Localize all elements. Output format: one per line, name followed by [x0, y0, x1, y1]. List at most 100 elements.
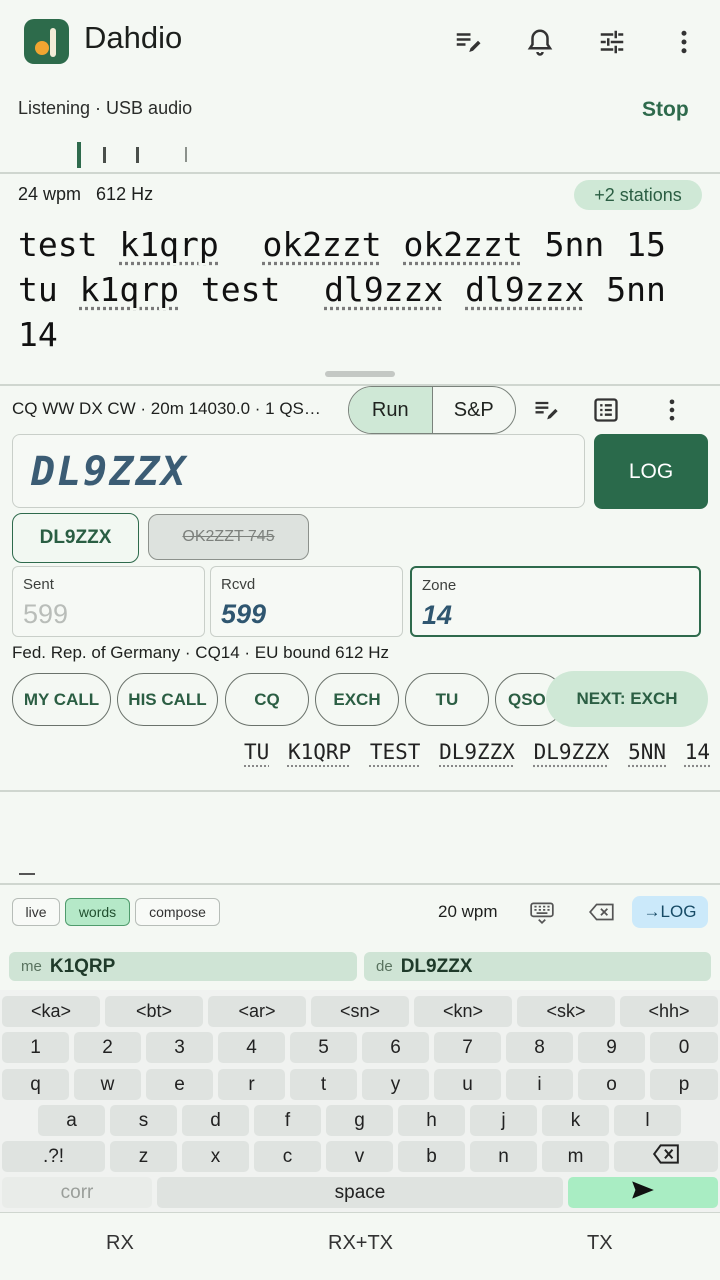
key-letter[interactable]: s: [110, 1105, 177, 1136]
decoded-line: test k1qrp ok2zzt ok2zzt 5nn 15: [18, 225, 666, 264]
sent-value[interactable]: 599: [23, 599, 68, 630]
key-prosign[interactable]: <kn>: [414, 996, 512, 1027]
key-letter[interactable]: o: [578, 1069, 645, 1100]
macro-my-call[interactable]: MY CALL: [12, 673, 111, 726]
key-letter[interactable]: m: [542, 1141, 609, 1172]
key-letter[interactable]: i: [506, 1069, 573, 1100]
key-letter[interactable]: z: [110, 1141, 177, 1172]
key-digit[interactable]: 8: [506, 1032, 573, 1063]
keyboard-icon[interactable]: [520, 890, 564, 934]
run-mode-button[interactable]: Run: [349, 387, 433, 433]
mode-compose[interactable]: compose: [135, 898, 220, 926]
nav-rx[interactable]: RX: [106, 1232, 134, 1255]
key-letter[interactable]: u: [434, 1069, 501, 1100]
drag-handle[interactable]: [325, 371, 395, 377]
run-sp-toggle[interactable]: Run S&P: [348, 386, 516, 434]
decoded-call[interactable]: k1qrp: [119, 225, 218, 264]
key-letter[interactable]: r: [218, 1069, 285, 1100]
key-digit[interactable]: 6: [362, 1032, 429, 1063]
key-letter[interactable]: w: [74, 1069, 141, 1100]
decoded-call[interactable]: dl9zzx: [465, 270, 584, 309]
key-prosign[interactable]: <sn>: [311, 996, 409, 1027]
my-call-bar[interactable]: me K1QRP: [9, 952, 357, 981]
log-button[interactable]: LOG: [594, 434, 708, 509]
nav-rx-tx[interactable]: RX+TX: [328, 1232, 393, 1255]
more-vert-icon[interactable]: [662, 20, 706, 64]
macro-exch[interactable]: EXCH: [315, 673, 399, 726]
key-letter[interactable]: a: [38, 1105, 105, 1136]
key-backspace[interactable]: [614, 1141, 718, 1172]
to-log-button[interactable]: →LOG: [632, 896, 708, 928]
bell-icon[interactable]: [518, 20, 562, 64]
key-prosign[interactable]: <ar>: [208, 996, 306, 1027]
key-letter[interactable]: n: [470, 1141, 537, 1172]
more-vert-icon[interactable]: [650, 388, 694, 432]
key-letter[interactable]: g: [326, 1105, 393, 1136]
edit-list-icon[interactable]: [446, 20, 490, 64]
call-chip-current[interactable]: DL9ZZX: [12, 513, 139, 563]
key-space[interactable]: space: [157, 1177, 563, 1208]
key-letter[interactable]: e: [146, 1069, 213, 1100]
key-corr[interactable]: corr: [2, 1177, 152, 1208]
backspace-icon[interactable]: [580, 890, 624, 934]
key-letter[interactable]: j: [470, 1105, 537, 1136]
key-digit[interactable]: 3: [146, 1032, 213, 1063]
app-logo: [24, 19, 69, 64]
keyer-wpm[interactable]: 20 wpm: [438, 902, 498, 922]
mode-live[interactable]: live: [12, 898, 60, 926]
key-letter[interactable]: d: [182, 1105, 249, 1136]
key-send[interactable]: [568, 1177, 718, 1208]
key-digit[interactable]: 5: [290, 1032, 357, 1063]
key-digit[interactable]: 0: [650, 1032, 718, 1063]
stations-chip[interactable]: +2 stations: [574, 180, 702, 210]
log-list-icon[interactable]: [584, 388, 628, 432]
key-prosign[interactable]: <ka>: [2, 996, 100, 1027]
decoded-call[interactable]: ok2zzt: [262, 225, 381, 264]
key-letter[interactable]: l: [614, 1105, 681, 1136]
key-prosign[interactable]: <hh>: [620, 996, 718, 1027]
tune-icon[interactable]: [590, 20, 634, 64]
macro-cq[interactable]: CQ: [225, 673, 309, 726]
key-letter[interactable]: q: [2, 1069, 69, 1100]
decoded-call[interactable]: ok2zzt: [404, 225, 523, 264]
rcvd-field[interactable]: Rcvd 599: [210, 566, 403, 637]
key-letter[interactable]: y: [362, 1069, 429, 1100]
compose-cursor[interactable]: [19, 873, 35, 875]
key-letter[interactable]: f: [254, 1105, 321, 1136]
key-letter[interactable]: b: [398, 1141, 465, 1172]
mode-words[interactable]: words: [65, 898, 130, 926]
key-letter[interactable]: h: [398, 1105, 465, 1136]
sp-mode-button[interactable]: S&P: [433, 387, 516, 433]
key-digit[interactable]: 4: [218, 1032, 285, 1063]
key-digit[interactable]: 2: [74, 1032, 141, 1063]
edit-list-icon[interactable]: [524, 388, 568, 432]
rcvd-value[interactable]: 599: [221, 599, 266, 630]
key-letter[interactable]: c: [254, 1141, 321, 1172]
contest-summary[interactable]: CQ WW DX CW · 20m 14030.0 · 1 QS…: [12, 399, 346, 419]
stop-button[interactable]: Stop: [642, 98, 689, 122]
decoded-call[interactable]: dl9zzx: [324, 270, 443, 309]
call-chip-previous[interactable]: OK2ZZT 745: [148, 514, 309, 560]
macro-his-call[interactable]: HIS CALL: [117, 673, 218, 726]
decoded-call[interactable]: k1qrp: [80, 270, 179, 309]
zone-field[interactable]: Zone 14: [410, 566, 701, 637]
key-prosign[interactable]: <sk>: [517, 996, 615, 1027]
zone-value[interactable]: 14: [422, 600, 452, 631]
key-letter[interactable]: x: [182, 1141, 249, 1172]
rcvd-label: Rcvd: [221, 576, 256, 593]
sent-field[interactable]: Sent 599: [12, 566, 205, 637]
key-letter[interactable]: t: [290, 1069, 357, 1100]
macro-tu[interactable]: TU: [405, 673, 489, 726]
key-letter[interactable]: k: [542, 1105, 609, 1136]
callsign-input[interactable]: DL9ZZX: [12, 434, 585, 508]
key-letter[interactable]: v: [326, 1141, 393, 1172]
key-letter[interactable]: p: [650, 1069, 718, 1100]
key-digit[interactable]: 1: [2, 1032, 69, 1063]
key-prosign[interactable]: <bt>: [105, 996, 203, 1027]
key-punctuation[interactable]: .?!: [2, 1141, 105, 1172]
key-digit[interactable]: 9: [578, 1032, 645, 1063]
next-exch-button[interactable]: NEXT: EXCH: [546, 671, 708, 727]
key-digit[interactable]: 7: [434, 1032, 501, 1063]
nav-tx[interactable]: TX: [587, 1232, 613, 1255]
de-call-bar[interactable]: de DL9ZZX: [364, 952, 711, 981]
